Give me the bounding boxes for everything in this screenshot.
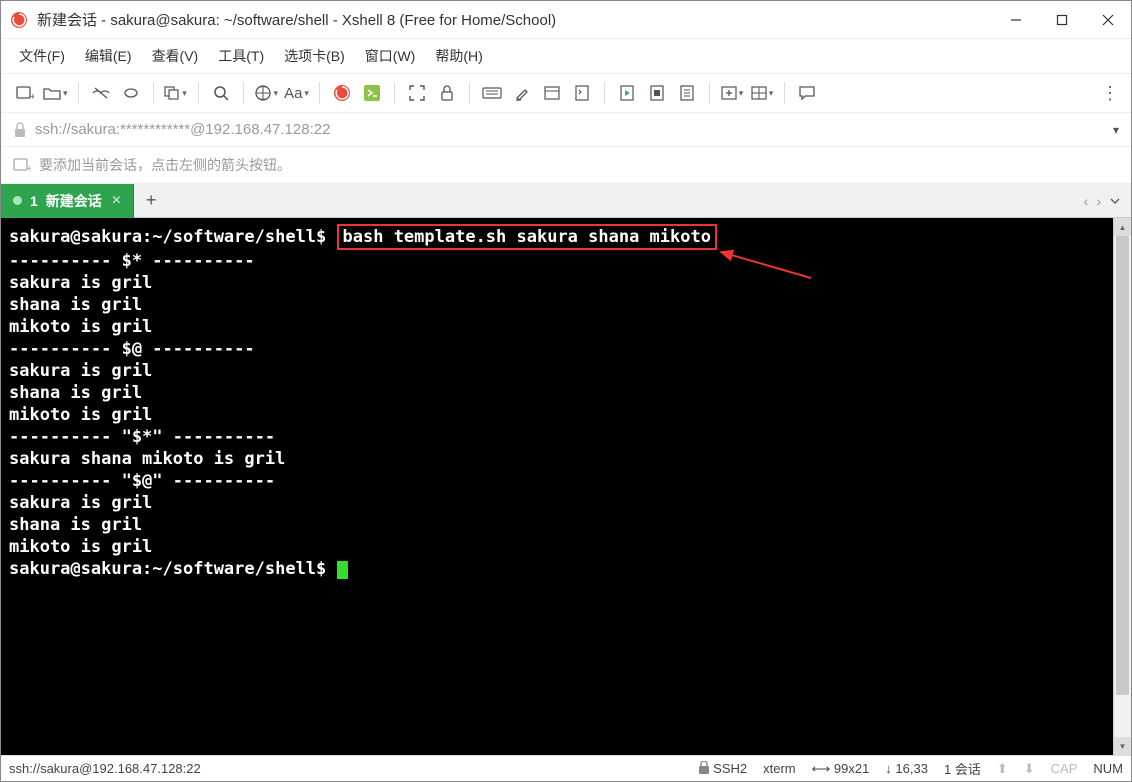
more-button[interactable]: ⋮ <box>1097 79 1121 108</box>
menu-help[interactable]: 帮助(H) <box>427 42 490 70</box>
menu-file[interactable]: 文件(F) <box>11 42 73 70</box>
menu-window[interactable]: 窗口(W) <box>357 42 424 70</box>
toolbar-separator <box>394 82 395 104</box>
toolbar-separator <box>78 82 79 104</box>
status-protocol: SSH2 <box>698 761 748 776</box>
status-connection: ssh://sakura@192.168.47.128:22 <box>9 761 201 776</box>
toolbar-separator <box>709 82 710 104</box>
menu-edit[interactable]: 编辑(E) <box>77 42 140 70</box>
script-button[interactable] <box>568 79 596 107</box>
new-session-button[interactable]: + <box>11 79 39 107</box>
address-dropdown[interactable]: ▾ <box>1113 123 1119 137</box>
svg-text:+: + <box>30 92 34 101</box>
status-cursor-pos: ↓ 16,33 <box>885 761 928 776</box>
scroll-up-button[interactable]: ▲ <box>1114 218 1131 236</box>
highlight-button[interactable] <box>508 79 536 107</box>
add-session-icon[interactable]: + <box>13 157 31 173</box>
tab-next-button[interactable]: › <box>1096 193 1101 209</box>
toolbar-separator <box>784 82 785 104</box>
tabbar-nav: ‹ › <box>1084 193 1131 209</box>
keyboard-button[interactable] <box>478 79 506 107</box>
window-title: 新建会话 - sakura@sakura: ~/software/shell -… <box>37 9 993 30</box>
session-tab[interactable]: 1 新建会话 × <box>1 184 134 218</box>
maximize-button[interactable] <box>1039 1 1085 39</box>
status-cap: CAP <box>1051 761 1078 776</box>
toolbar-separator <box>153 82 154 104</box>
status-size: ⟷ 99x21 <box>812 761 870 777</box>
terminal[interactable]: sakura@sakura:~/software/shell$ bash tem… <box>1 218 1131 755</box>
disconnect-button[interactable] <box>87 79 115 107</box>
log-stop-button[interactable] <box>643 79 671 107</box>
layout-add-button[interactable] <box>718 79 746 107</box>
tabbar: 1 新建会话 × + ‹ › <box>1 184 1131 218</box>
xshell-icon[interactable] <box>328 79 356 107</box>
status-transfer-down: ⬇ <box>1024 761 1035 777</box>
encoding-button[interactable] <box>252 79 281 107</box>
minimize-button[interactable] <box>993 1 1039 39</box>
app-icon <box>9 10 29 30</box>
toolbar-separator <box>319 82 320 104</box>
scroll-down-button[interactable]: ▼ <box>1114 737 1131 755</box>
reconnect-button[interactable] <box>117 79 145 107</box>
status-num: NUM <box>1093 761 1123 776</box>
tab-list-button[interactable] <box>1109 195 1121 207</box>
scrollbar-thumb[interactable] <box>1116 236 1129 695</box>
search-button[interactable] <box>207 79 235 107</box>
xftp-button[interactable] <box>358 79 386 107</box>
tab-prev-button[interactable]: ‹ <box>1084 193 1089 209</box>
lock-button[interactable] <box>433 79 461 107</box>
open-session-button[interactable] <box>41 79 70 107</box>
statusbar: ssh://sakura@192.168.47.128:22 SSH2 xter… <box>1 755 1131 781</box>
tab-label: 新建会话 <box>46 191 102 211</box>
tab-index: 1 <box>30 193 38 209</box>
window-titlebar: 新建会话 - sakura@sakura: ~/software/shell -… <box>1 1 1131 39</box>
tab-close-button[interactable]: × <box>110 193 123 209</box>
toolbar-separator <box>469 82 470 104</box>
close-button[interactable] <box>1085 1 1131 39</box>
addressbar: ssh://sakura:************@192.168.47.128… <box>1 113 1131 147</box>
tab-add-button[interactable]: + <box>134 184 168 218</box>
toolbar-separator <box>243 82 244 104</box>
bookmark-button[interactable] <box>538 79 566 107</box>
toolbar-separator <box>198 82 199 104</box>
log-view-button[interactable] <box>673 79 701 107</box>
copy-button[interactable] <box>162 79 190 107</box>
svg-text:+: + <box>26 163 31 173</box>
terminal-area: sakura@sakura:~/software/shell$ bash tem… <box>1 218 1131 755</box>
connection-status-dot <box>13 196 22 205</box>
status-term: xterm <box>763 761 796 776</box>
window-controls <box>993 1 1131 39</box>
lock-icon <box>13 122 27 138</box>
hintbar: + 要添加当前会话，点击左侧的箭头按钮。 <box>1 147 1131 184</box>
status-transfer-up: ⬆ <box>997 761 1008 777</box>
toolbar: + Aa ⋮ <box>1 73 1131 113</box>
status-sessions: 1 会话 <box>944 759 981 778</box>
menubar: 文件(F) 编辑(E) 查看(V) 工具(T) 选项卡(B) 窗口(W) 帮助(… <box>1 39 1131 73</box>
terminal-scrollbar[interactable]: ▲ ▼ <box>1113 218 1131 755</box>
toolbar-separator <box>604 82 605 104</box>
fullscreen-button[interactable] <box>403 79 431 107</box>
log-start-button[interactable] <box>613 79 641 107</box>
menu-view[interactable]: 查看(V) <box>144 42 207 70</box>
font-button[interactable]: Aa <box>282 79 311 107</box>
menu-tools[interactable]: 工具(T) <box>210 42 272 70</box>
address-url[interactable]: ssh://sakura:************@192.168.47.128… <box>35 121 1105 138</box>
hint-text: 要添加当前会话，点击左侧的箭头按钮。 <box>39 155 291 175</box>
menu-tabs[interactable]: 选项卡(B) <box>276 42 353 70</box>
chat-button[interactable] <box>793 79 821 107</box>
layout-split-button[interactable] <box>748 79 776 107</box>
